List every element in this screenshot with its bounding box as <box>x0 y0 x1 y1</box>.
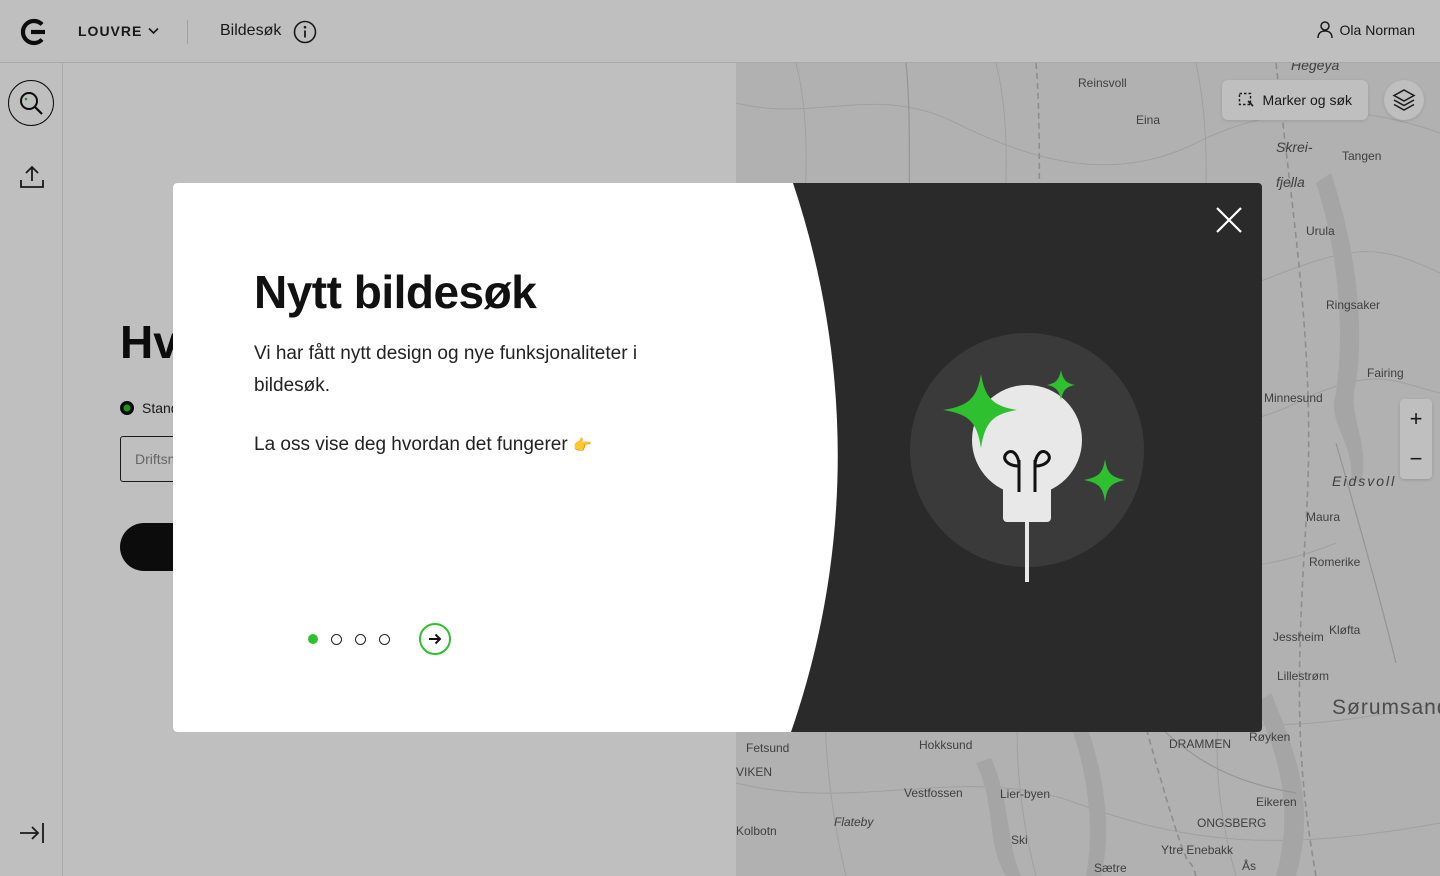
modal-paragraph: Vi har fått nytt design og nye funksjona… <box>254 343 638 396</box>
next-button[interactable] <box>419 623 451 655</box>
pager-dot-4[interactable] <box>379 633 390 645</box>
lightbulb-illustration <box>910 333 1144 582</box>
pager-dot-1[interactable] <box>308 634 318 644</box>
pointing-hand-emoji: 👉 <box>573 437 592 454</box>
pager-dot-3[interactable] <box>355 633 366 645</box>
cta-text: La oss vise deg hvordan det fungerer <box>254 434 568 455</box>
welcome-modal: Nytt bildesøk Vi har fått nytt design og… <box>173 183 1262 732</box>
close-icon[interactable] <box>1214 205 1244 235</box>
pager-dot-2[interactable] <box>331 633 342 645</box>
arrow-right-icon <box>429 633 442 645</box>
pager <box>308 623 451 655</box>
modal-cta-text: La oss vise deg hvordan det fungerer 👉 <box>254 434 592 456</box>
modal-title: Nytt bildesøk <box>254 266 537 318</box>
